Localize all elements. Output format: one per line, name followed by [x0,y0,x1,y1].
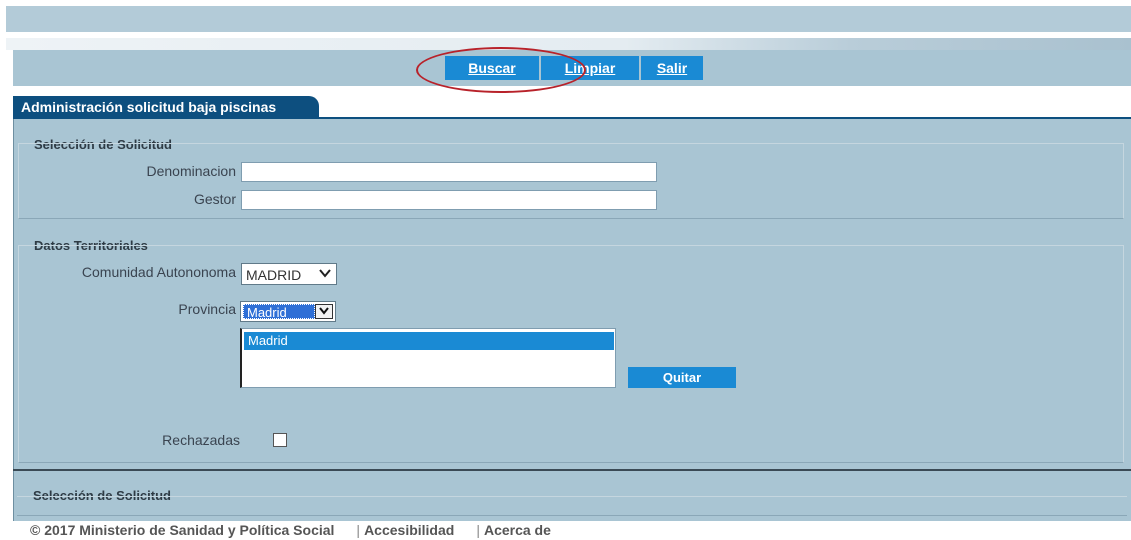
main-panel: Selección de Solicitud Denominacion Gest… [13,119,1131,521]
tab-administracion[interactable]: Administración solicitud baja piscinas [13,96,319,118]
gestor-input[interactable] [241,190,657,210]
list-item[interactable]: Madrid [244,332,614,350]
denominacion-input[interactable] [241,162,657,182]
quitar-button[interactable]: Quitar [628,367,736,388]
denominacion-label: Denominacion [146,163,237,179]
comunidad-select[interactable]: MADRID [241,263,337,285]
section-divider [13,469,1131,471]
provincia-listbox[interactable]: Madrid [240,328,616,388]
seleccion2-fieldset [17,496,1127,516]
accesibilidad-link[interactable]: Accesibilidad [364,522,454,538]
comunidad-label: Comunidad Autononoma [81,264,236,280]
gestor-label: Gestor [193,191,236,207]
footer-separator: | [356,522,361,538]
footer: © 2017 Ministerio de Sanidad y Política … [30,522,573,538]
salir-button[interactable]: Salir [641,56,703,80]
rechazadas-label: Rechazadas [162,432,240,448]
buscar-button[interactable]: Buscar [445,56,539,80]
copyright-text: © 2017 Ministerio de Sanidad y Política … [30,522,335,538]
toolbar: Buscar Limpiar Salir [13,50,1131,86]
provincia-select[interactable]: Madrid [240,301,336,322]
acerca-link[interactable]: Acerca de [484,522,551,538]
limpiar-button[interactable]: Limpiar [541,56,639,80]
chevron-down-icon[interactable] [315,304,333,319]
comunidad-value: MADRID [246,267,302,283]
provincia-label: Provincia [178,301,236,317]
header-banner [6,38,1131,50]
footer-separator: | [476,522,480,538]
provincia-value: Madrid [243,304,315,320]
rechazadas-checkbox[interactable] [273,433,287,447]
chevron-down-icon [318,266,332,283]
top-bar [6,6,1131,32]
